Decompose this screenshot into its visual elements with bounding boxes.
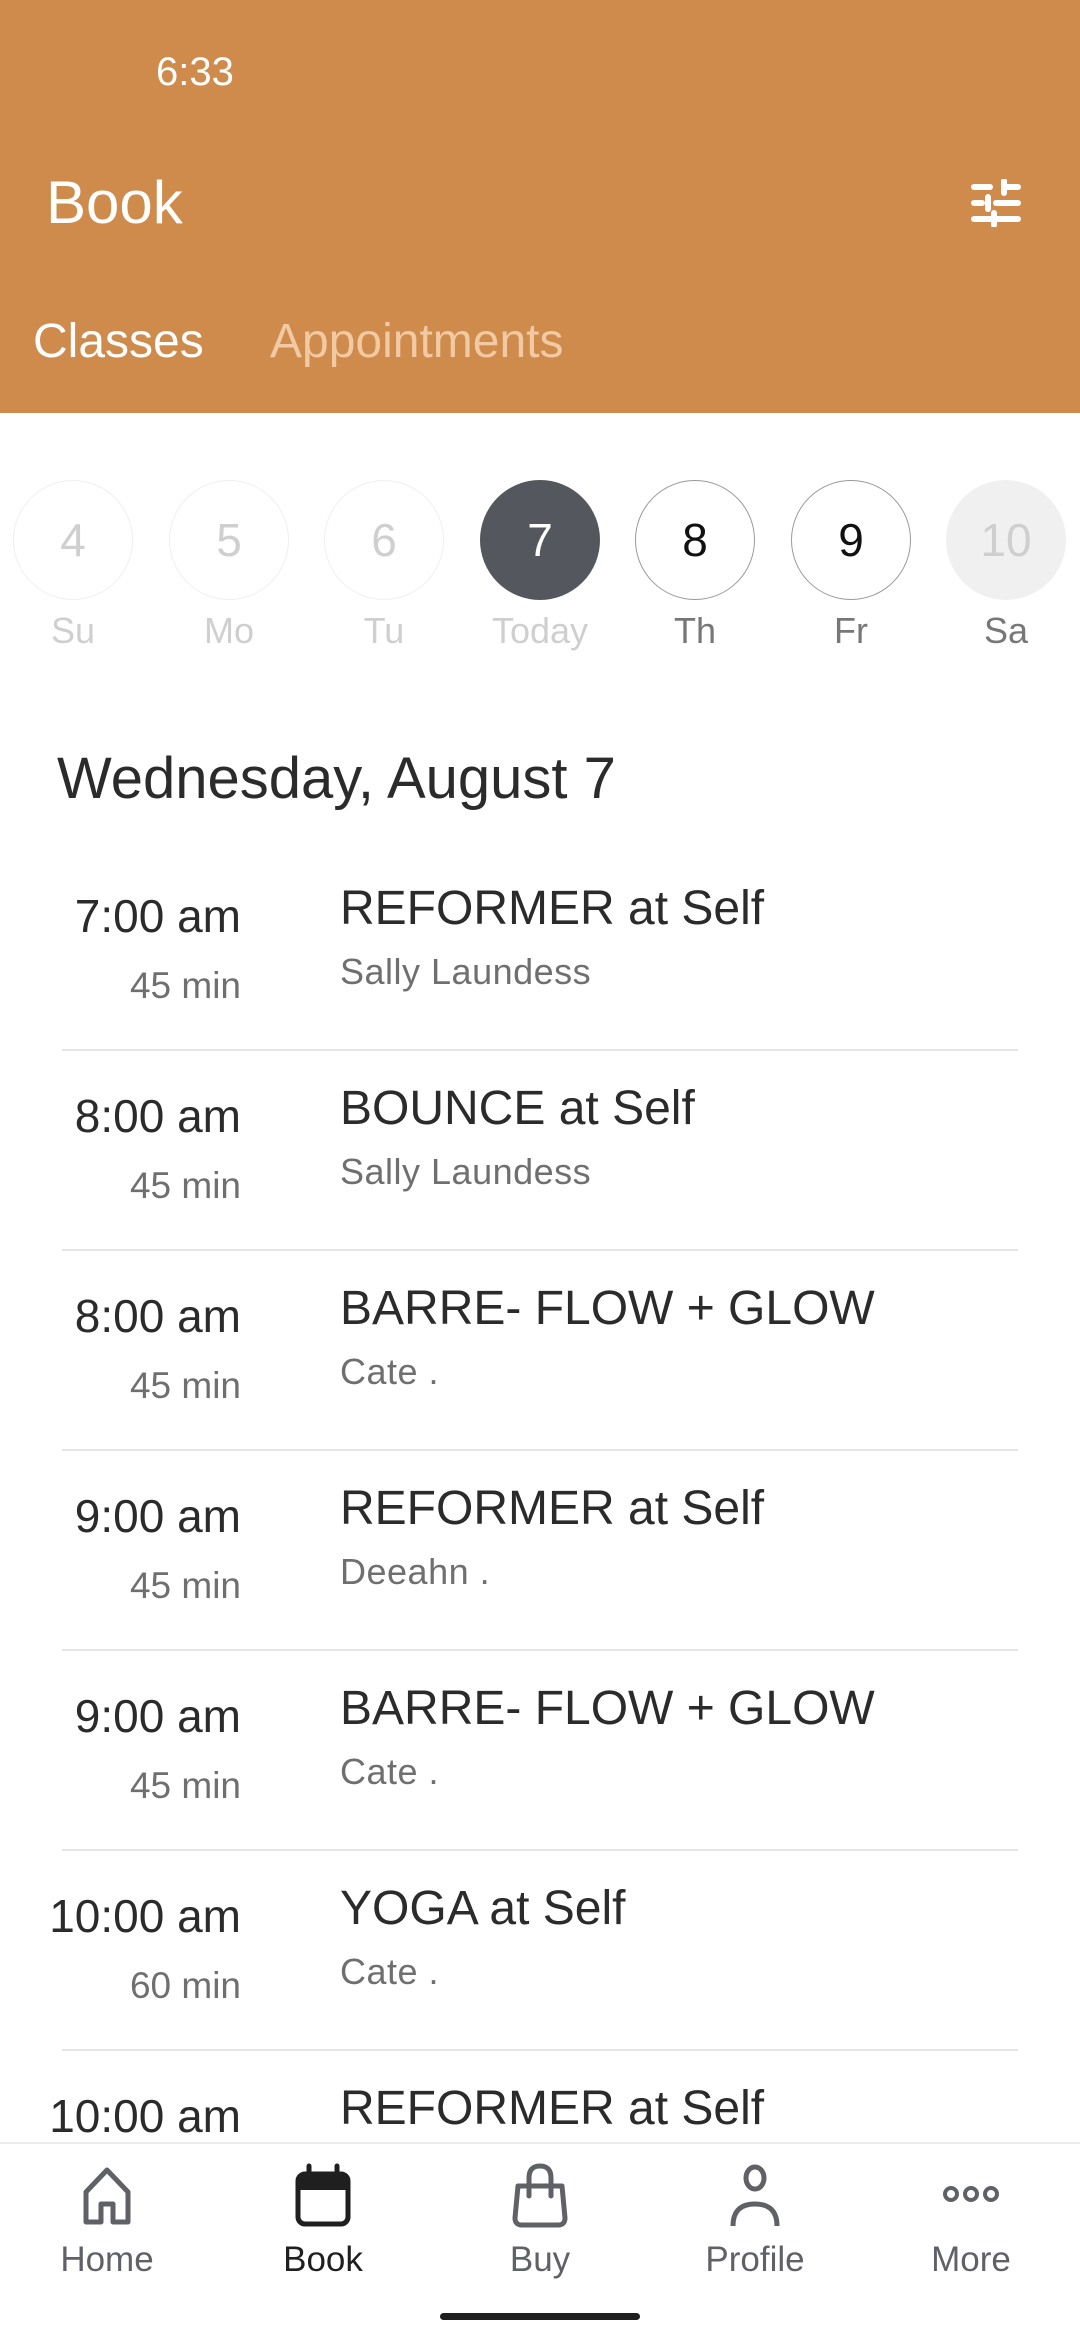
class-instructor: Sally Laundess xyxy=(340,1151,592,1192)
class-time: 10:00 am xyxy=(49,2090,241,2142)
class-time: 8:00 am xyxy=(74,1290,241,1342)
schedule-date-heading: Wednesday, August 7 xyxy=(57,746,616,811)
day-label: Tu xyxy=(363,610,405,651)
nav-profile[interactable]: Profile xyxy=(665,2162,845,2280)
status-bar-time: 6:33 xyxy=(156,50,234,94)
more-dots-icon xyxy=(943,2186,999,2202)
class-time: 10:00 am xyxy=(49,1890,241,1942)
class-duration: 45 min xyxy=(129,1565,241,1606)
day-label: Fr xyxy=(834,610,868,651)
tune-sliders-icon xyxy=(971,179,1021,227)
home-indicator-bar[interactable] xyxy=(440,2313,640,2320)
class-duration: 45 min xyxy=(129,965,241,1006)
class-name: REFORMER at Self xyxy=(340,1482,765,1535)
class-row[interactable]: 9:00 am 45 min REFORMER at Self Deeahn . xyxy=(0,1451,1080,1651)
class-time: 7:00 am xyxy=(74,890,241,942)
nav-label: Book xyxy=(283,2240,363,2279)
nav-label: Home xyxy=(60,2240,154,2279)
day-number-selected: 7 xyxy=(480,480,600,600)
day-label: Mo xyxy=(203,610,254,651)
day-number: 4 xyxy=(13,480,133,600)
tab-appointments[interactable]: Appointments xyxy=(270,314,564,369)
nav-label: Buy xyxy=(509,2240,571,2279)
class-duration: 45 min xyxy=(129,1165,241,1206)
app-header: 6:33 Book Classes Appointments xyxy=(0,0,1080,413)
nav-buy[interactable]: Buy xyxy=(450,2162,630,2280)
class-instructor: Cate . xyxy=(340,1351,440,1392)
class-row[interactable]: 8:00 am 45 min BARRE- FLOW + GLOW Cate . xyxy=(0,1251,1080,1451)
day-label: Today xyxy=(491,610,589,651)
class-name: BARRE- FLOW + GLOW xyxy=(340,1282,875,1335)
class-duration: 60 min xyxy=(129,1965,241,2006)
class-list: 7:00 am 45 min REFORMER at Self Sally La… xyxy=(0,851,1080,2251)
day-label: Th xyxy=(673,610,716,651)
day-sunday[interactable]: 4 Su xyxy=(13,480,133,652)
day-label: Sa xyxy=(983,610,1029,651)
class-row[interactable]: 7:00 am 45 min REFORMER at Self Sally La… xyxy=(0,851,1080,1051)
day-number: 8 xyxy=(635,480,755,600)
filter-button[interactable] xyxy=(962,172,1030,234)
tab-classes[interactable]: Classes xyxy=(33,314,204,369)
day-number: 6 xyxy=(324,480,444,600)
shopping-bag-icon xyxy=(512,2163,568,2228)
class-instructor: Cate . xyxy=(340,1751,440,1792)
calendar-icon xyxy=(295,2163,351,2227)
day-monday[interactable]: 5 Mo xyxy=(169,480,289,652)
nav-more[interactable]: More xyxy=(881,2162,1061,2280)
booking-tabs: Classes Appointments xyxy=(0,314,1080,384)
nav-book[interactable]: Book xyxy=(233,2162,413,2280)
class-name: REFORMER at Self xyxy=(340,2082,765,2135)
class-time: 8:00 am xyxy=(74,1090,241,1142)
class-name: BARRE- FLOW + GLOW xyxy=(340,1682,875,1735)
nav-home[interactable]: Home xyxy=(17,2162,197,2280)
class-name: BOUNCE at Self xyxy=(340,1082,695,1135)
class-row[interactable]: 8:00 am 45 min BOUNCE at Self Sally Laun… xyxy=(0,1051,1080,1251)
page-title: Book xyxy=(46,169,183,236)
day-number: 9 xyxy=(791,480,911,600)
class-instructor: Sally Laundess xyxy=(340,951,592,992)
day-today[interactable]: 7 Today xyxy=(480,480,600,652)
class-time: 9:00 am xyxy=(74,1490,241,1542)
home-icon xyxy=(83,2167,131,2225)
nav-label: Profile xyxy=(705,2240,805,2279)
class-time: 9:00 am xyxy=(74,1690,241,1742)
person-icon xyxy=(730,2164,780,2227)
class-row[interactable]: 10:00 am 60 min YOGA at Self Cate . xyxy=(0,1851,1080,2051)
nav-label: More xyxy=(931,2240,1011,2279)
class-duration: 45 min xyxy=(129,1765,241,1806)
day-saturday[interactable]: 10 Sa xyxy=(946,480,1066,652)
bottom-navigation: Home Book Buy Profile More xyxy=(0,2142,1080,2340)
day-friday[interactable]: 9 Fr xyxy=(791,480,911,652)
class-duration: 45 min xyxy=(129,1365,241,1406)
date-picker-strip: 4 Su 5 Mo 6 Tu 7 Today 8 Th 9 Fr 10 Sa xyxy=(0,480,1080,660)
class-row[interactable]: 9:00 am 45 min BARRE- FLOW + GLOW Cate . xyxy=(0,1651,1080,1851)
day-tuesday[interactable]: 6 Tu xyxy=(324,480,444,652)
class-instructor: Deeahn . xyxy=(340,1551,491,1592)
day-thursday[interactable]: 8 Th xyxy=(635,480,755,652)
day-number: 10 xyxy=(946,480,1066,600)
day-number: 5 xyxy=(169,480,289,600)
class-name: YOGA at Self xyxy=(340,1882,626,1935)
class-instructor: Cate . xyxy=(340,1951,440,1992)
class-name: REFORMER at Self xyxy=(340,882,765,935)
